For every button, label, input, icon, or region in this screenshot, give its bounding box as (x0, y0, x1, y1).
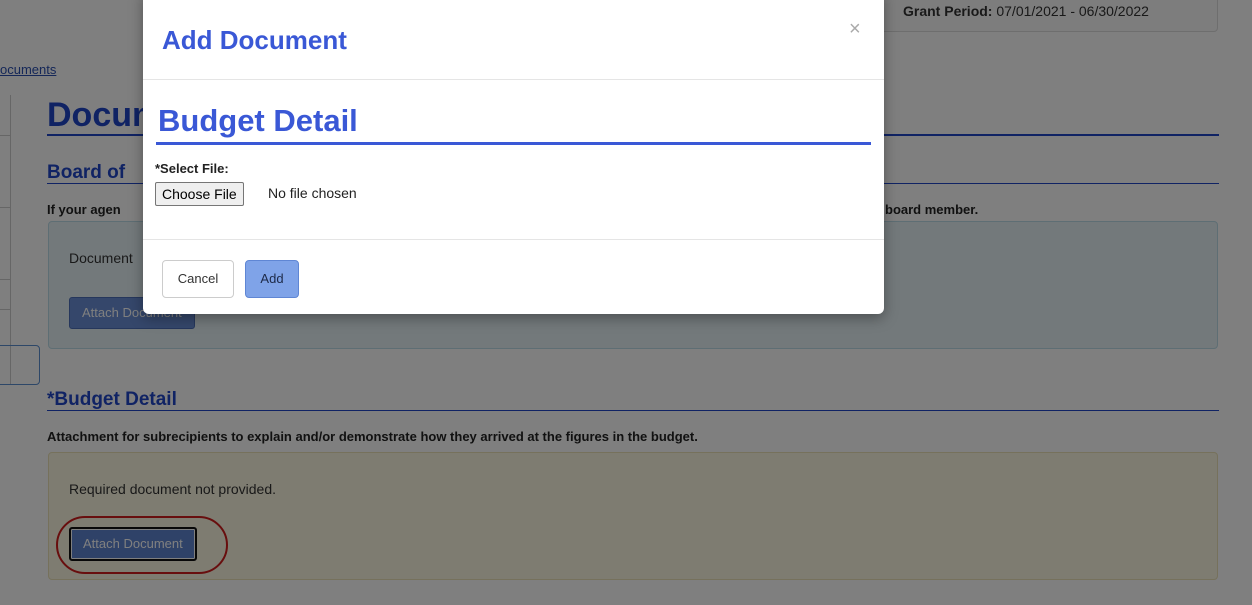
select-file-label: *Select File: (155, 161, 229, 176)
modal-footer-divider (143, 239, 884, 240)
close-icon[interactable]: × (849, 18, 861, 41)
modal-title: Add Document (162, 25, 347, 55)
modal-header: Add Document × (143, 0, 884, 80)
add-document-modal: Add Document × Budget Detail *Select Fil… (143, 0, 884, 314)
choose-file-button[interactable]: Choose File (155, 182, 244, 206)
cancel-button[interactable]: Cancel (162, 260, 234, 298)
modal-heading-divider (156, 142, 871, 145)
modal-document-heading: Budget Detail (158, 103, 358, 138)
add-button[interactable]: Add (245, 260, 299, 298)
file-status-text: No file chosen (268, 185, 357, 201)
